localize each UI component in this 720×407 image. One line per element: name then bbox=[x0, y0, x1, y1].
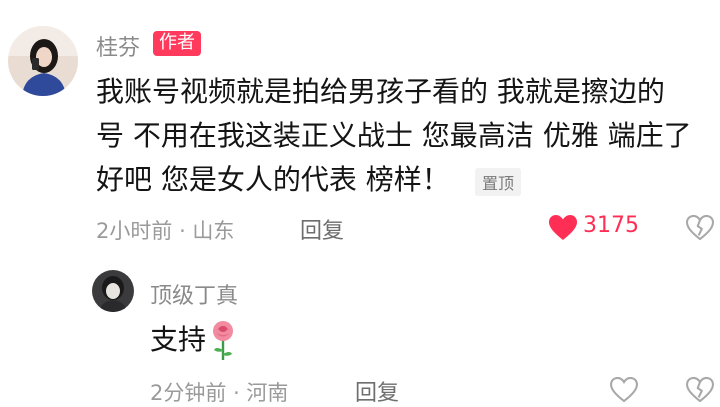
reply-text: 支持 bbox=[150, 318, 206, 362]
reply-broken-heart-icon[interactable] bbox=[686, 377, 714, 402]
reply-meta-separator: · bbox=[233, 381, 247, 405]
reply-author-avatar[interactable] bbox=[92, 270, 134, 312]
author-badge: 作者 bbox=[153, 31, 201, 56]
comment-location: 山东 bbox=[192, 219, 235, 243]
comment-time: 2小时前 bbox=[96, 219, 173, 243]
reply-location: 河南 bbox=[246, 381, 289, 405]
reply-text-content: 支持 bbox=[150, 323, 207, 356]
author-avatar[interactable] bbox=[8, 26, 78, 96]
meta-separator: · bbox=[179, 219, 193, 243]
reply-author-name[interactable]: 顶级丁真 bbox=[150, 278, 238, 310]
comment-text-line-2: 号 不用在我这装正义战士 您最高洁 优雅 端庄了 bbox=[96, 119, 692, 152]
heart-icon[interactable] bbox=[548, 214, 578, 241]
comment-meta: 2小时前 · 山东 bbox=[96, 215, 234, 245]
broken-heart-icon[interactable] bbox=[686, 215, 714, 240]
comment-text-line-3: 好吧 您是女人的代表 榜样！ bbox=[96, 163, 450, 196]
comment-reply-button[interactable]: 回复 bbox=[300, 213, 344, 245]
reply-time: 2分钟前 bbox=[150, 381, 227, 405]
rose-icon bbox=[208, 320, 238, 362]
comment-author-name[interactable]: 桂芬 bbox=[96, 30, 140, 62]
reply-meta: 2分钟前 · 河南 bbox=[150, 377, 288, 407]
comment-text-line-1: 我账号视频就是拍给男孩子看的 我就是擦边的 bbox=[96, 75, 665, 108]
pinned-tag: 置顶 bbox=[475, 168, 522, 196]
heart-outline-icon[interactable] bbox=[610, 377, 638, 402]
like-count: 3175 bbox=[583, 213, 639, 238]
reply-reply-button[interactable]: 回复 bbox=[355, 375, 399, 407]
